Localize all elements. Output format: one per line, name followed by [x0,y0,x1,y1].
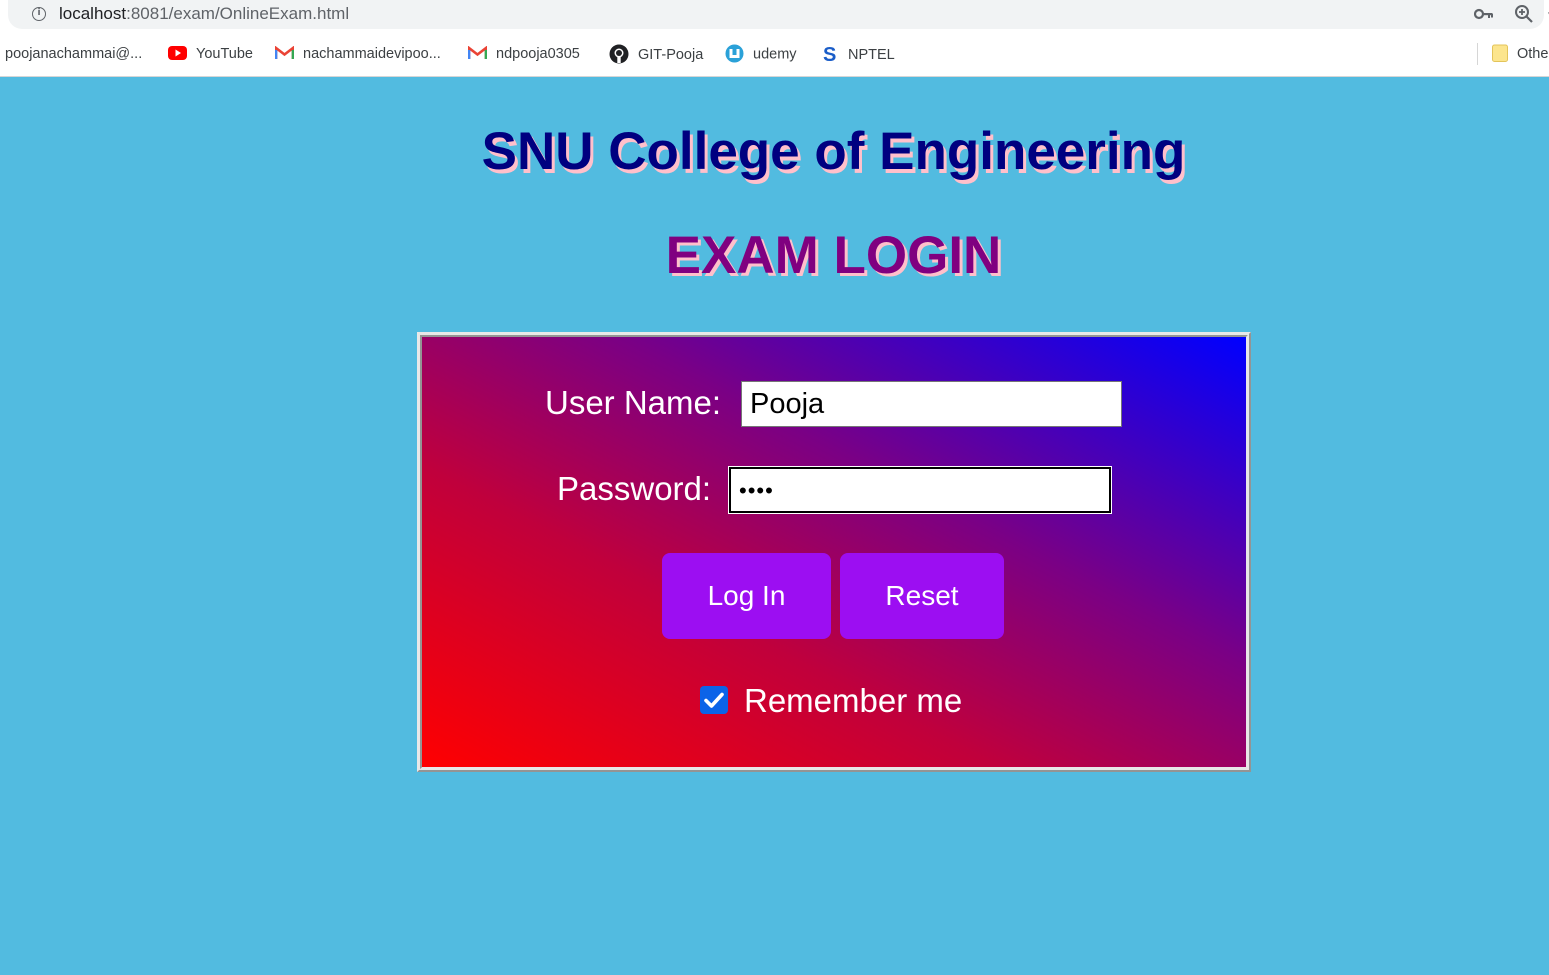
url-host: localhost [59,4,127,23]
bookmark-label: ndpooja0305 [496,46,580,62]
svg-text:S: S [823,44,836,64]
bookmark-item-youtube[interactable]: YouTube [168,45,253,63]
bookmark-folder-other[interactable]: Othe [1492,44,1549,63]
checkmark-icon [704,692,724,708]
reset-button[interactable]: Reset [840,553,1004,639]
url-box[interactable]: i localhost:8081/exam/OnlineExam.html ▾ [8,0,1549,29]
bookmark-item-udemy[interactable]: udemy [725,44,797,63]
bookmark-label: udemy [753,46,797,63]
url-path: :8081/exam/OnlineExam.html [126,4,350,23]
bookmarks-bar: poojanachammai@... YouTube nachammaidevi… [0,31,1549,77]
page-subtitle: EXAM LOGIN [665,226,1002,285]
udemy-icon [725,44,744,63]
bookmark-label: NPTEL [848,46,895,63]
bookmark-label: YouTube [196,46,253,62]
youtube-icon [168,46,187,61]
bookmark-label: poojanachammai@... [5,46,143,62]
username-label: User Name: [545,384,722,421]
url-text[interactable]: localhost:8081/exam/OnlineExam.html [59,4,349,24]
remember-me-checkbox[interactable] [700,686,728,714]
password-input[interactable]: •••• [728,466,1112,514]
site-info-icon[interactable]: i [32,7,46,21]
bookmark-label: Othe [1517,46,1549,62]
login-panel: User Name: Pooja Password: •••• Log In R… [417,332,1251,772]
bookmark-item[interactable]: poojanachammai@... [5,45,142,63]
zoom-icon[interactable] [1514,4,1534,24]
key-icon[interactable] [1474,6,1494,22]
bookmark-label: GIT-Pooja [638,46,704,63]
nptel-icon: S [823,44,836,64]
login-button[interactable]: Log In [662,553,831,639]
browser-address-bar: i localhost:8081/exam/OnlineExam.html ▾ [0,0,1549,31]
bookmark-item-nptel[interactable]: S NPTEL [822,44,895,64]
bookmark-item-github[interactable]: GIT-Pooja [609,44,704,64]
gmail-icon [468,46,487,60]
bookmark-item-gmail[interactable]: nachammaidevipoo... [275,45,441,63]
bookmark-label: nachammaidevipoo... [303,46,441,62]
password-label: Password: [557,470,712,507]
remember-me-label[interactable]: Remember me [744,682,962,720]
gmail-icon [275,46,294,60]
bookmark-item-gmail-2[interactable]: ndpooja0305 [468,45,580,63]
page-title: SNU College of Engineering [481,122,1186,181]
bookmarks-separator [1477,43,1478,65]
username-input[interactable]: Pooja [741,381,1122,427]
github-icon [609,44,629,64]
folder-icon [1492,44,1508,63]
